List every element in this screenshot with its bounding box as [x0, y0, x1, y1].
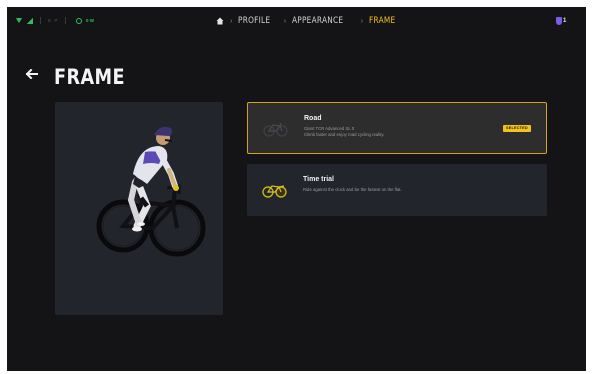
breadcrumb-appearance[interactable]: APPEARANCE [292, 16, 343, 26]
status-divider [40, 17, 41, 24]
breadcrumb: › PROFILE › APPEARANCE › FRAME [216, 16, 401, 26]
notifications-button[interactable]: 1 [556, 17, 566, 25]
power-icon [76, 17, 82, 24]
option-name: Time trial [303, 176, 334, 183]
sensors-status: ≡ ↗ [48, 17, 58, 24]
page-title: FRAME [54, 65, 125, 89]
arrow-left-icon [26, 69, 38, 79]
shield-icon [556, 17, 562, 25]
selected-badge: SELECTED [503, 125, 531, 132]
option-tagline: Climb faster and enjoy road cycling real… [304, 132, 385, 137]
power-value: 0 W [86, 18, 95, 23]
chevron-right-icon: › [230, 17, 233, 25]
status-indicators: ≡ ↗ 0 W [16, 17, 94, 24]
option-description: Giant TCR Advanced SL 0 Climb faster and… [304, 126, 384, 138]
breadcrumb-frame: FRAME [369, 16, 396, 26]
option-description: Ride against the clock and be the fastes… [303, 187, 402, 193]
connection-icon [16, 18, 22, 23]
road-bike-icon [263, 122, 288, 137]
time-trial-bike-icon [262, 185, 287, 198]
cyclist-illustration [96, 126, 206, 257]
frame-option-road[interactable]: Road Giant TCR Advanced SL 0 Climb faste… [247, 102, 547, 154]
breadcrumb-profile[interactable]: PROFILE [238, 16, 270, 26]
chevron-right-icon: › [360, 17, 364, 25]
app-window: ≡ ↗ 0 W › PROFILE › APPEARANCE › FRAME 1… [7, 7, 586, 371]
notification-count: 1 [563, 18, 567, 24]
signal-icon [26, 17, 33, 24]
home-icon[interactable] [216, 17, 224, 25]
option-tagline: Ride against the clock and be the fastes… [303, 187, 402, 192]
status-divider [65, 17, 66, 24]
top-bar: ≡ ↗ 0 W › PROFILE › APPEARANCE › FRAME 1 [7, 7, 586, 35]
option-name: Road [304, 115, 322, 122]
frame-option-time-trial[interactable]: Time trial Ride against the clock and be… [247, 164, 547, 216]
avatar-preview [55, 102, 223, 315]
chevron-right-icon: › [283, 17, 287, 25]
back-button[interactable] [26, 68, 40, 80]
